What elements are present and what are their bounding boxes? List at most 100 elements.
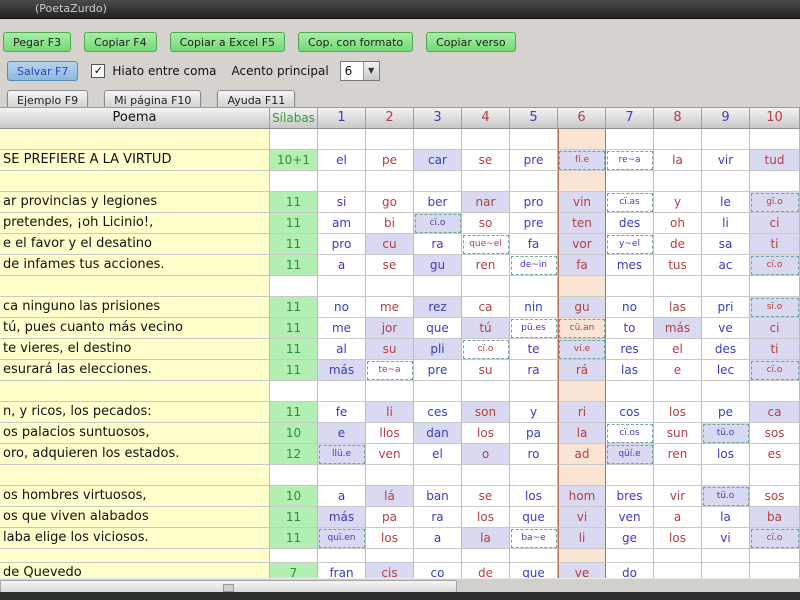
syllable-cell[interactable]: los [366,528,414,549]
syllable-cell[interactable]: que [414,318,462,339]
syllable-cell[interactable]: pro [510,192,558,213]
syllable-cell[interactable]: la [702,507,750,528]
syllable-cell[interactable] [510,171,558,192]
syllable-cell[interactable]: pü.es [510,318,558,339]
silabas-count-cell[interactable]: 11 [270,255,318,276]
syllable-cell[interactable]: fa [558,255,606,276]
syllable-cell[interactable]: li [702,213,750,234]
poem-text-cell[interactable]: de infames tus acciones. [0,255,270,276]
syllable-cell[interactable]: ren [462,255,510,276]
syllable-cell[interactable]: los [462,423,510,444]
syllable-cell[interactable]: ba~e [510,528,558,549]
syllable-cell[interactable] [750,381,800,402]
syllable-cell[interactable]: a [414,528,462,549]
syllable-cell[interactable]: más [318,507,366,528]
pegar-button[interactable]: Pegar F3 [3,32,72,52]
syllable-cell[interactable] [654,171,702,192]
syllable-cell[interactable]: rez [414,297,462,318]
syllable-cell[interactable] [318,129,366,150]
poem-text-cell[interactable] [0,171,270,192]
syllable-cell[interactable] [702,549,750,563]
syllable-cell[interactable] [606,276,654,297]
silabas-count-cell[interactable]: 11 [270,234,318,255]
syllable-cell[interactable] [414,549,462,563]
silabas-count-cell[interactable] [270,549,318,563]
syllable-cell[interactable]: cü.an [558,318,606,339]
syllable-cell[interactable]: vor [558,234,606,255]
copiar-button[interactable]: Copiar F4 [84,32,157,52]
syllable-cell[interactable]: am [318,213,366,234]
syllable-cell[interactable]: el [414,444,462,465]
syllable-cell[interactable]: res [606,339,654,360]
syllable-cell[interactable] [654,549,702,563]
salvar-button[interactable]: Salvar F7 [7,61,79,81]
silabas-count-cell[interactable] [270,465,318,486]
syllable-cell[interactable] [558,465,606,486]
syllable-cell[interactable] [750,171,800,192]
silabas-count-cell[interactable]: 11 [270,192,318,213]
syllable-cell[interactable]: ri [558,402,606,423]
syllable-cell[interactable] [318,381,366,402]
poem-text-cell[interactable]: ar provincias y legiones [0,192,270,213]
syllable-cell[interactable] [750,549,800,563]
syllable-cell[interactable]: los [462,507,510,528]
syllable-cell[interactable]: co [414,563,462,579]
syllable-cell[interactable]: cu [366,234,414,255]
silabas-count-cell[interactable]: 10+1 [270,150,318,171]
syllable-cell[interactable] [606,171,654,192]
syllable-cell[interactable]: sa [702,234,750,255]
syllable-cell[interactable] [318,171,366,192]
syllable-cell[interactable]: de [462,563,510,579]
silabas-count-cell[interactable]: 11 [270,339,318,360]
syllable-cell[interactable]: sun [654,423,702,444]
syllable-cell[interactable]: que [510,563,558,579]
syllable-cell[interactable]: ti [750,234,800,255]
syllable-cell[interactable] [750,465,800,486]
copiar-excel-button[interactable]: Copiar a Excel F5 [169,32,286,52]
syllable-cell[interactable] [558,549,606,563]
silabas-count-cell[interactable]: 11 [270,213,318,234]
syllable-cell[interactable] [606,465,654,486]
syllable-cell[interactable]: sos [750,423,800,444]
syllable-cell[interactable] [558,171,606,192]
syllable-cell[interactable]: ces [414,402,462,423]
silabas-count-cell[interactable]: 11 [270,402,318,423]
syllable-cell[interactable]: que [510,507,558,528]
syllable-cell[interactable]: ge [606,528,654,549]
silabas-count-cell[interactable]: 7 [270,563,318,579]
syllable-cell[interactable]: vir [702,150,750,171]
syllable-cell[interactable]: pa [366,507,414,528]
syllable-cell[interactable]: e [654,360,702,381]
syllable-cell[interactable]: la [654,150,702,171]
syllable-cell[interactable]: quï.en [318,528,366,549]
syllable-cell[interactable]: tus [654,255,702,276]
syllable-cell[interactable]: su [366,339,414,360]
syllable-cell[interactable]: de [654,234,702,255]
syllable-cell[interactable]: to [606,318,654,339]
syllable-cell[interactable]: fa [510,234,558,255]
syllable-cell[interactable]: si [318,192,366,213]
syllable-cell[interactable]: al [318,339,366,360]
syllable-cell[interactable] [510,276,558,297]
syllable-cell[interactable]: a [318,255,366,276]
poem-text-cell[interactable] [0,276,270,297]
syllable-cell[interactable]: las [606,360,654,381]
syllable-cell[interactable] [702,129,750,150]
syllable-cell[interactable]: ven [606,507,654,528]
syllable-cell[interactable]: se [462,150,510,171]
syllable-cell[interactable]: los [654,528,702,549]
syllable-cell[interactable]: a [318,486,366,507]
syllable-cell[interactable] [606,129,654,150]
poem-text-cell[interactable]: oro, adquieren los estados. [0,444,270,465]
silabas-count-cell[interactable]: 11 [270,528,318,549]
syllable-cell[interactable]: so [462,213,510,234]
hiato-checkbox[interactable]: ✓ [91,64,106,78]
syllable-cell[interactable]: pe [702,402,750,423]
syllable-cell[interactable] [558,276,606,297]
syllable-cell[interactable]: gu [558,297,606,318]
syllable-cell[interactable]: car [414,150,462,171]
syllable-cell[interactable] [750,563,800,579]
syllable-cell[interactable]: no [606,297,654,318]
syllable-cell[interactable]: te~a [366,360,414,381]
syllable-cell[interactable]: cï.os [606,423,654,444]
